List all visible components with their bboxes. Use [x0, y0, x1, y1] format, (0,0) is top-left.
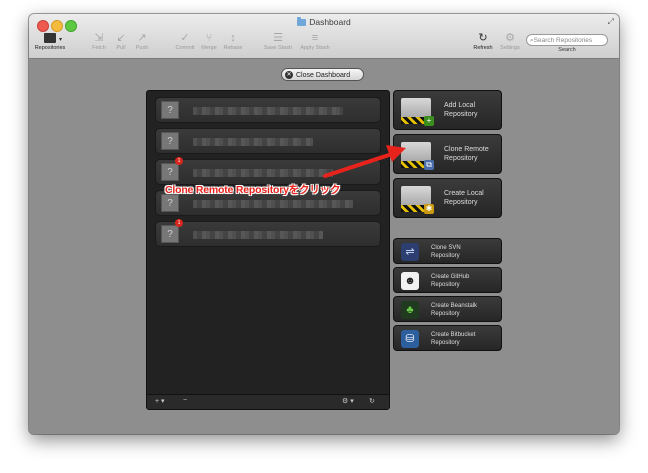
annotation-arrow	[323, 145, 406, 178]
annotation-callout-text: Clone Remote Repositoryをクリック	[165, 184, 341, 196]
create-icon: ✱	[424, 204, 434, 214]
clone-icon: ⧉	[424, 160, 434, 170]
add-icon: +	[424, 116, 434, 126]
